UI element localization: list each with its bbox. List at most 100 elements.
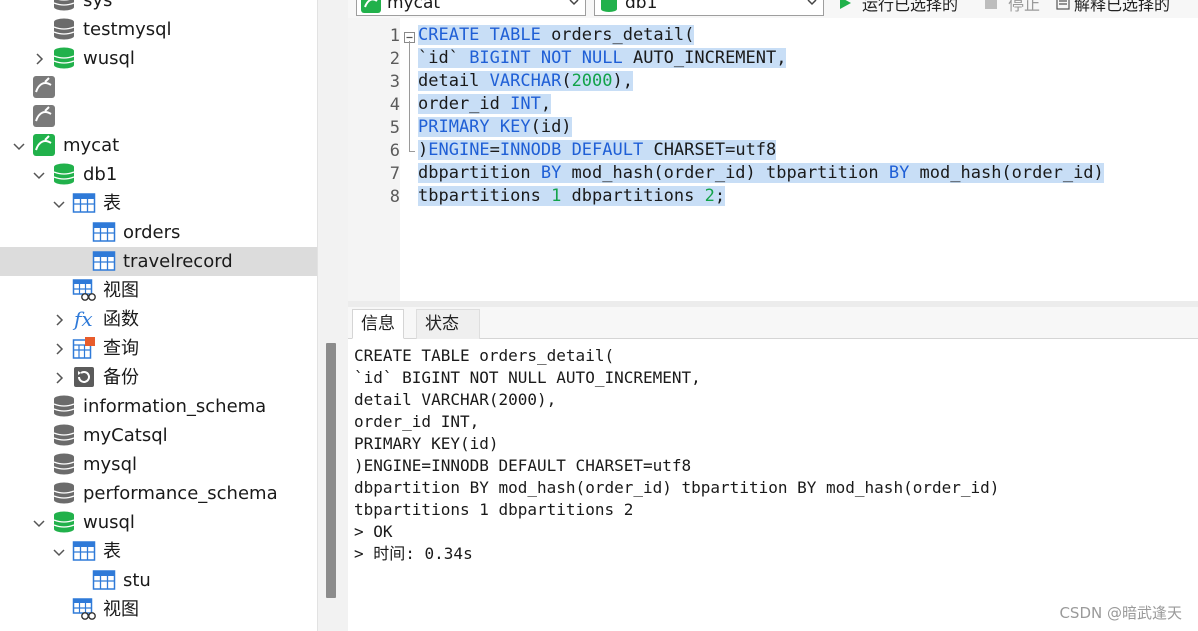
code-token: (id)	[530, 117, 572, 137]
tree-node-label: mycat	[63, 135, 120, 156]
code-token: CHARSET=utf8	[653, 140, 777, 160]
query-icon	[72, 336, 96, 360]
selection-highlight: PRIMARY KEY(id)	[418, 117, 572, 137]
stop-label: 停止	[1008, 0, 1041, 14]
database-icon	[52, 162, 76, 186]
code-line[interactable]: dbpartition BY mod_hash(order_id) tbpart…	[418, 162, 1104, 185]
table-group-icon	[72, 191, 96, 215]
chevron-down-icon[interactable]	[52, 545, 66, 559]
code-token: dbpartition	[418, 163, 541, 183]
code-token: orders_detail(	[551, 25, 695, 45]
chevron-down-icon[interactable]	[32, 168, 46, 182]
tree-node[interactable]: 表	[0, 189, 317, 218]
tree-node[interactable]: mysql	[0, 450, 317, 479]
database-icon	[52, 17, 76, 41]
table-icon	[92, 568, 116, 592]
code-line[interactable]: order_id INT,	[418, 93, 552, 116]
line-number: 7	[389, 164, 400, 184]
tree-node[interactable]: 表	[0, 537, 317, 566]
view-icon	[72, 278, 96, 302]
query-toolbar: mycat db1 运行已选择的 停止 解释已选择的	[348, 0, 1198, 18]
tab-message[interactable]: 信息	[352, 309, 404, 339]
code-line[interactable]: CREATE TABLE orders_detail(	[418, 24, 695, 47]
tree-node[interactable]: 查询	[0, 334, 317, 363]
selection-highlight: dbpartition BY mod_hash(order_id) tbpart…	[418, 163, 1104, 183]
code-token: `id`	[418, 48, 470, 68]
code-line[interactable]: )ENGINE=INNODB DEFAULT CHARSET=utf8	[418, 139, 777, 162]
database-icon	[52, 510, 76, 534]
database-icon	[52, 46, 76, 70]
code-line[interactable]: `id` BIGINT NOT NULL AUTO_INCREMENT,	[418, 47, 787, 70]
code-token: VARCHAR	[489, 71, 562, 91]
sql-editor[interactable]: 1 2 3 4 5 6 7 8 CREATE TABLE orders_detail(`id`…	[348, 18, 1198, 301]
line-number: 4	[389, 95, 400, 115]
chevron-down-icon[interactable]	[32, 516, 46, 530]
code-token: ENGINE	[428, 140, 490, 160]
code-token: CREATE TABLE	[418, 25, 552, 45]
chevron-down-icon	[807, 0, 817, 6]
function-icon: fx	[72, 307, 96, 331]
code-line[interactable]: PRIMARY KEY(id)	[418, 116, 572, 139]
tree-node[interactable]: 视图	[0, 595, 317, 624]
tree-node[interactable]: orders	[0, 218, 317, 247]
output-line: > 时间: 0.34s	[354, 544, 473, 563]
tree-node[interactable]: myCatsql	[0, 421, 317, 450]
tab-status[interactable]: 状态	[416, 309, 480, 339]
chevron-down-icon[interactable]	[12, 139, 26, 153]
backup-icon	[72, 365, 96, 389]
tree-node[interactable]: wusql	[0, 508, 317, 537]
tree-node-label: wusql	[83, 48, 135, 69]
tree-node[interactable]	[0, 102, 317, 131]
tree-node[interactable]: db1	[0, 160, 317, 189]
chevron-down-icon[interactable]	[52, 197, 66, 211]
tree-node-label: 表	[103, 193, 121, 214]
tree-node[interactable]: information_schema	[0, 392, 317, 421]
database-select[interactable]: db1	[594, 0, 824, 16]
line-number: 3	[389, 72, 400, 92]
chevron-right-icon[interactable]	[52, 313, 66, 327]
output-line: `id` BIGINT NOT NULL AUTO_INCREMENT,	[354, 368, 701, 387]
database-icon	[52, 481, 76, 505]
tree-node[interactable]: fx 函数	[0, 305, 317, 334]
chevron-right-icon[interactable]	[52, 371, 66, 385]
tree-node[interactable]: performance_schema	[0, 479, 317, 508]
explain-selected-button[interactable]: 解释已选择的	[1056, 0, 1170, 14]
mysql-connection-icon	[32, 75, 56, 99]
tree-node[interactable]: wusql	[0, 44, 317, 73]
database-icon	[601, 0, 617, 12]
tree-node[interactable]: 备份	[0, 363, 317, 392]
fold-guide	[409, 41, 410, 151]
sidebar-scrollbar[interactable]	[326, 343, 336, 598]
tree-node[interactable]: 视图	[0, 276, 317, 305]
code-token: )	[418, 140, 429, 160]
selection-highlight: detail VARCHAR(2000),	[418, 71, 633, 91]
code-token: ),	[612, 71, 633, 91]
code-line[interactable]: detail VARCHAR(2000),	[418, 70, 633, 93]
play-icon	[840, 0, 851, 9]
tree-node[interactable]: testmysql	[0, 15, 317, 44]
code-token: mod_hash(order_id)	[919, 163, 1104, 183]
tree-node-label: 表	[103, 541, 121, 562]
view-icon	[72, 597, 96, 621]
code-token: INNODB DEFAULT	[499, 140, 654, 160]
table-group-icon	[72, 539, 96, 563]
tree-node[interactable]: travelrecord	[0, 247, 317, 276]
connection-select[interactable]: mycat	[356, 0, 586, 16]
run-selected-button[interactable]: 运行已选择的	[838, 0, 958, 14]
svg-text:fx: fx	[72, 307, 93, 331]
code-line[interactable]: tbpartitions 1 dbpartitions 2;	[418, 185, 726, 208]
explain-selected-label: 解释已选择的	[1074, 0, 1171, 14]
tree-node-label: 备份	[103, 367, 139, 388]
tree-node[interactable]: sys	[0, 0, 317, 15]
table-icon	[92, 249, 116, 273]
stop-button[interactable]: 停止	[984, 0, 1040, 14]
tree-node[interactable]: stu	[0, 566, 317, 595]
tree-node-label: wusql	[83, 512, 135, 533]
tree-node[interactable]	[0, 73, 317, 102]
line-number-gutter: 1 2 3 4 5 6 7 8	[348, 18, 400, 301]
chevron-down-icon	[569, 0, 579, 6]
tree-node[interactable]: mycat	[0, 131, 317, 160]
chevron-right-icon[interactable]	[32, 52, 46, 66]
code-token: tbpartitions	[418, 186, 552, 206]
chevron-right-icon[interactable]	[52, 342, 66, 356]
